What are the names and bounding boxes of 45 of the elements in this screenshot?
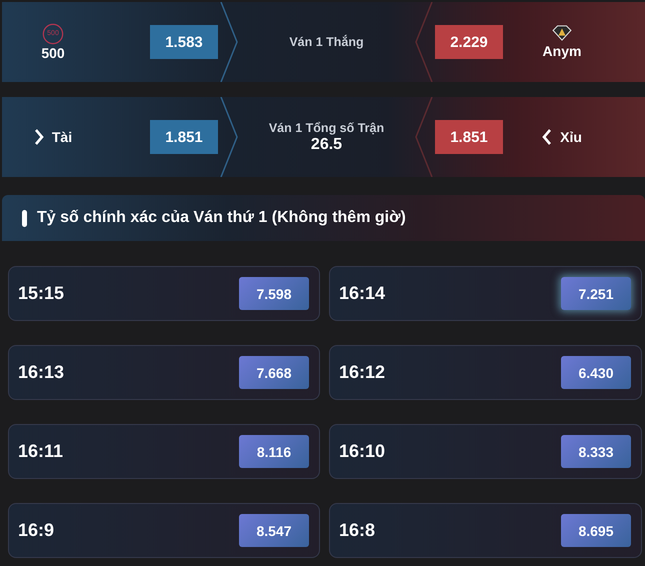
score-label: 15:15 <box>18 283 64 304</box>
market-title: Ván 1 Tổng số Trận <box>268 120 384 134</box>
score-label: 16:13 <box>18 362 64 383</box>
option-label: Xỉu <box>560 129 582 145</box>
score-card[interactable]: 15:15 7.598 <box>8 266 320 321</box>
team-logo-icon <box>551 25 573 41</box>
odds-button[interactable]: 8.695 <box>561 514 631 547</box>
team-name: 500 <box>41 45 65 61</box>
score-card[interactable]: 16:9 8.547 <box>8 503 320 558</box>
score-card[interactable]: 16:10 8.333 <box>329 424 642 479</box>
chevron-divider-icon <box>220 97 238 177</box>
chevron-divider-icon <box>414 97 433 177</box>
odds-button[interactable]: 7.251 <box>561 277 631 310</box>
odds-button[interactable]: 8.547 <box>239 514 309 547</box>
score-card[interactable]: 16:13 7.668 <box>8 345 320 400</box>
odds-button[interactable]: 8.333 <box>561 435 631 468</box>
section-title: Tỷ số chính xác của Ván thứ 1 (Không thêm giờ) <box>37 209 406 227</box>
score-card[interactable]: 16:8 8.695 <box>329 503 642 558</box>
score-label: 16:11 <box>18 441 64 462</box>
chevron-right-icon <box>34 129 44 145</box>
score-card[interactable]: 16:14 7.251 <box>329 266 642 321</box>
score-card[interactable]: 16:11 8.116 <box>8 424 320 479</box>
chevron-left-icon <box>542 129 552 145</box>
total-line: 26.5 <box>310 136 342 154</box>
odds-button[interactable]: 8.116 <box>239 435 309 468</box>
team-logo-icon <box>42 23 64 45</box>
score-label: 16:8 <box>339 520 376 541</box>
odds-button[interactable]: 1.851 <box>435 120 503 154</box>
chevron-divider-icon <box>220 2 238 82</box>
chevron-divider-icon <box>414 2 433 82</box>
odds-button[interactable]: 6.430 <box>561 356 631 389</box>
odds-button[interactable]: 7.598 <box>239 277 309 310</box>
score-label: 16:10 <box>339 441 386 462</box>
score-label: 16:9 <box>18 520 54 541</box>
odds-button[interactable]: 7.668 <box>239 356 309 389</box>
odds-button[interactable]: 2.229 <box>435 25 503 59</box>
odds-button[interactable]: 1.851 <box>150 120 218 154</box>
team-name: Anym <box>542 43 582 59</box>
odds-button[interactable]: 1.583 <box>150 25 218 59</box>
score-label: 16:14 <box>339 283 386 304</box>
header-marker-icon <box>22 210 27 226</box>
score-card[interactable]: 16:12 6.430 <box>329 345 642 400</box>
market-title: Ván 1 Thắng <box>289 35 364 49</box>
option-label: Tài <box>52 129 72 145</box>
score-label: 16:12 <box>339 362 386 383</box>
